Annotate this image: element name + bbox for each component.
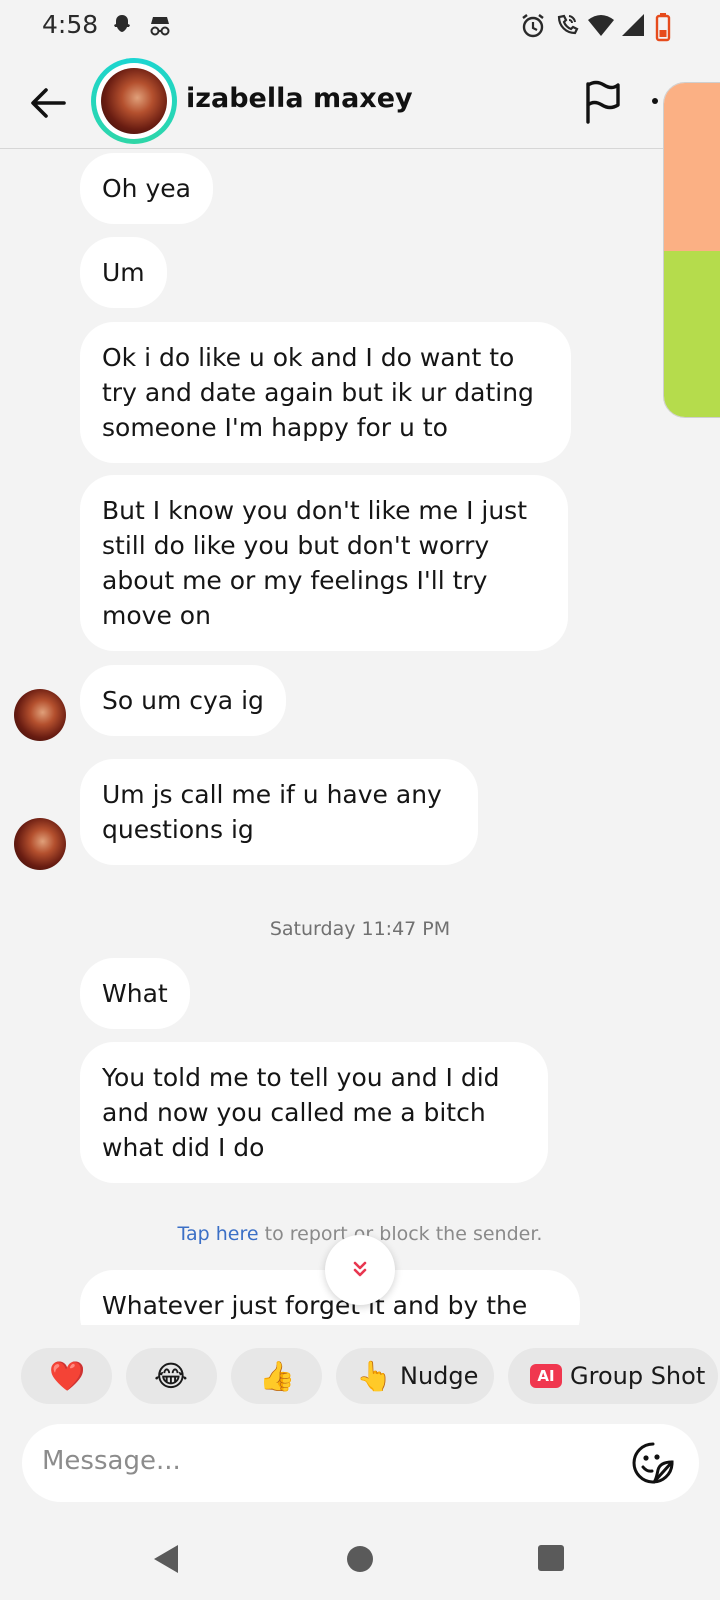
status-time: 4:58 <box>42 10 99 39</box>
message-timestamp: Saturday 11:47 PM <box>269 918 451 940</box>
message-bubble[interactable]: So um cya ig <box>80 665 286 736</box>
quick-reply-laugh[interactable]: 😂 <box>126 1348 217 1404</box>
alarm-icon <box>522 14 544 38</box>
battery-low-icon <box>655 13 671 42</box>
side-panel-bottom <box>664 251 720 417</box>
scroll-to-bottom-button[interactable] <box>325 1235 395 1305</box>
ai-badge-icon: AI <box>530 1364 562 1388</box>
sender-avatar[interactable] <box>14 818 66 870</box>
side-panel-top <box>664 83 720 251</box>
message-bubble[interactable]: Um js call me if u have any questions ig <box>80 759 478 865</box>
pointing-hand-emoji: 👆 <box>356 1359 393 1393</box>
quick-reply-heart[interactable]: ❤️ <box>21 1348 112 1404</box>
system-nav-bar <box>0 1520 720 1600</box>
report-text: to report or block the sender. <box>258 1223 543 1245</box>
heart-emoji: ❤️ <box>49 1359 86 1393</box>
wifi-calling-icon <box>557 14 579 35</box>
thumbs-up-emoji: 👍 <box>259 1359 296 1393</box>
message-bubble[interactable]: You told me to tell you and I did and no… <box>80 1042 548 1183</box>
quick-reply-group-shot[interactable]: AI Group Shot <box>508 1348 718 1404</box>
nav-back-triangle-icon[interactable] <box>150 1542 182 1576</box>
nav-recents-square-icon[interactable] <box>537 1544 565 1572</box>
message-input[interactable]: Message... <box>22 1424 699 1502</box>
laughing-emoji: 😂 <box>154 1359 188 1393</box>
sticker-smile-icon[interactable] <box>630 1440 676 1486</box>
more-options-icon[interactable] <box>652 98 658 104</box>
incognito-icon <box>150 17 170 36</box>
sender-avatar[interactable] <box>14 689 66 741</box>
message-bubble[interactable]: Oh yea <box>80 153 213 224</box>
chat-header: izabella maxey <box>0 56 720 149</box>
message-bubble[interactable]: What <box>80 958 190 1029</box>
message-placeholder: Message... <box>42 1446 181 1476</box>
report-link[interactable]: Tap here <box>178 1223 259 1245</box>
nav-home-circle-icon[interactable] <box>345 1544 375 1574</box>
quick-reply-thumbs-up[interactable]: 👍 <box>231 1348 322 1404</box>
double-chevron-down-icon <box>353 1261 367 1277</box>
contact-avatar[interactable] <box>91 58 177 144</box>
floating-side-panel[interactable] <box>663 82 720 418</box>
wifi-icon <box>588 15 614 36</box>
message-bubble[interactable]: Ok i do like u ok and I do want to try a… <box>80 322 571 463</box>
group-shot-label: Group Shot <box>570 1362 706 1390</box>
status-bar: 4:58 <box>0 0 720 56</box>
message-bubble[interactable]: But I know you don't like me I just stil… <box>80 475 568 651</box>
cell-signal-icon <box>622 14 644 36</box>
nudge-label: Nudge <box>400 1362 479 1390</box>
avatar-photo <box>101 68 167 134</box>
flag-icon[interactable] <box>580 78 624 126</box>
contact-name[interactable]: izabella maxey <box>186 83 413 114</box>
quick-reply-nudge[interactable]: 👆 Nudge <box>336 1348 494 1404</box>
snapchat-ghost-icon <box>114 15 130 32</box>
message-bubble[interactable]: Um <box>80 237 167 308</box>
arrow-left-icon[interactable] <box>26 80 72 126</box>
